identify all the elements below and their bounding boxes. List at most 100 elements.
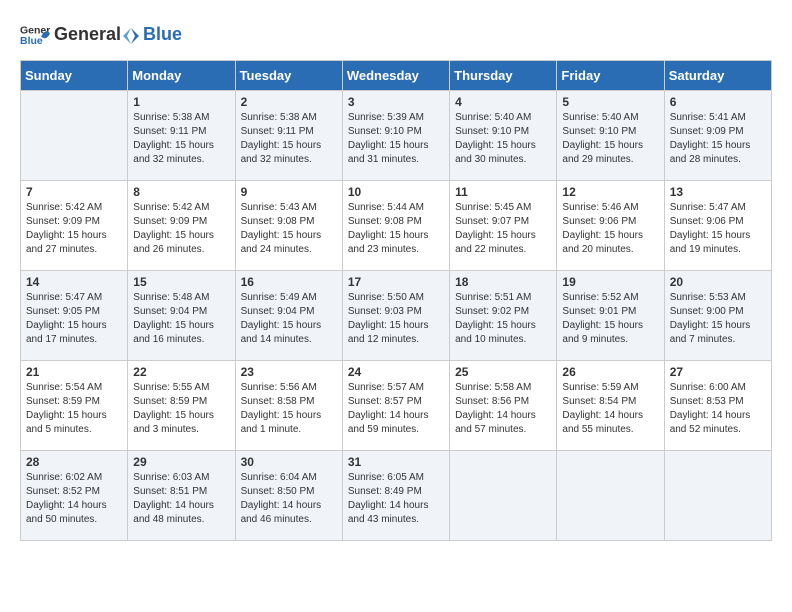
- day-content: Sunrise: 5:47 AM Sunset: 9:05 PM Dayligh…: [26, 291, 122, 347]
- week-row-4: 21 Sunrise: 5:54 AM Sunset: 8:59 PM Dayli…: [21, 361, 772, 451]
- day-content: Sunrise: 5:59 AM Sunset: 8:54 PM Dayligh…: [562, 381, 658, 437]
- header-cell-friday: Friday: [557, 61, 664, 91]
- day-number: 2: [241, 95, 337, 109]
- day-cell: 28 Sunrise: 6:02 AM Sunset: 8:52 PM Dayli…: [21, 451, 128, 541]
- day-cell: 12 Sunrise: 5:46 AM Sunset: 9:06 PM Dayli…: [557, 181, 664, 271]
- day-cell: 21 Sunrise: 5:54 AM Sunset: 8:59 PM Dayli…: [21, 361, 128, 451]
- day-cell: 22 Sunrise: 5:55 AM Sunset: 8:59 PM Dayli…: [128, 361, 235, 451]
- header-cell-thursday: Thursday: [450, 61, 557, 91]
- day-number: 8: [133, 185, 229, 199]
- day-cell: 11 Sunrise: 5:45 AM Sunset: 9:07 PM Dayli…: [450, 181, 557, 271]
- day-number: 18: [455, 275, 551, 289]
- day-content: Sunrise: 5:47 AM Sunset: 9:06 PM Dayligh…: [670, 201, 766, 257]
- day-number: 27: [670, 365, 766, 379]
- day-number: 30: [241, 455, 337, 469]
- day-number: 5: [562, 95, 658, 109]
- day-cell: 9 Sunrise: 5:43 AM Sunset: 9:08 PM Daylig…: [235, 181, 342, 271]
- day-content: Sunrise: 6:04 AM Sunset: 8:50 PM Dayligh…: [241, 471, 337, 527]
- day-cell: 19 Sunrise: 5:52 AM Sunset: 9:01 PM Dayli…: [557, 271, 664, 361]
- day-cell: 3 Sunrise: 5:39 AM Sunset: 9:10 PM Daylig…: [342, 91, 449, 181]
- calendar-table: SundayMondayTuesdayWednesdayThursdayFrid…: [20, 60, 772, 541]
- day-content: Sunrise: 5:52 AM Sunset: 9:01 PM Dayligh…: [562, 291, 658, 347]
- day-cell: [664, 451, 771, 541]
- day-content: Sunrise: 5:48 AM Sunset: 9:04 PM Dayligh…: [133, 291, 229, 347]
- day-cell: 7 Sunrise: 5:42 AM Sunset: 9:09 PM Daylig…: [21, 181, 128, 271]
- day-number: 7: [26, 185, 122, 199]
- day-cell: 5 Sunrise: 5:40 AM Sunset: 9:10 PM Daylig…: [557, 91, 664, 181]
- day-cell: 23 Sunrise: 5:56 AM Sunset: 8:58 PM Dayli…: [235, 361, 342, 451]
- day-content: Sunrise: 5:38 AM Sunset: 9:11 PM Dayligh…: [133, 111, 229, 167]
- day-number: 26: [562, 365, 658, 379]
- header: General Blue GeneralBlue: [20, 20, 772, 50]
- day-number: 28: [26, 455, 122, 469]
- day-content: Sunrise: 5:42 AM Sunset: 9:09 PM Dayligh…: [133, 201, 229, 257]
- day-cell: 4Sunrise: 5:40 AM Sunset: 9:10 PM Daylig…: [450, 91, 557, 181]
- day-number: 17: [348, 275, 444, 289]
- day-cell: 25Sunrise: 5:58 AM Sunset: 8:56 PM Dayli…: [450, 361, 557, 451]
- day-number: 19: [562, 275, 658, 289]
- day-content: Sunrise: 5:49 AM Sunset: 9:04 PM Dayligh…: [241, 291, 337, 347]
- day-cell: 16Sunrise: 5:49 AM Sunset: 9:04 PM Dayli…: [235, 271, 342, 361]
- day-cell: 8 Sunrise: 5:42 AM Sunset: 9:09 PM Daylig…: [128, 181, 235, 271]
- day-number: 12: [562, 185, 658, 199]
- day-number: 22: [133, 365, 229, 379]
- header-cell-sunday: Sunday: [21, 61, 128, 91]
- day-number: 4: [455, 95, 551, 109]
- day-content: Sunrise: 5:40 AM Sunset: 9:10 PM Dayligh…: [562, 111, 658, 167]
- day-number: 25: [455, 365, 551, 379]
- day-number: 20: [670, 275, 766, 289]
- day-content: Sunrise: 5:46 AM Sunset: 9:06 PM Dayligh…: [562, 201, 658, 257]
- header-row: SundayMondayTuesdayWednesdayThursdayFrid…: [21, 61, 772, 91]
- day-content: Sunrise: 5:54 AM Sunset: 8:59 PM Dayligh…: [26, 381, 122, 437]
- logo-text: GeneralBlue: [54, 24, 182, 44]
- header-cell-monday: Monday: [128, 61, 235, 91]
- day-cell: 17 Sunrise: 5:50 AM Sunset: 9:03 PM Dayli…: [342, 271, 449, 361]
- day-number: 6: [670, 95, 766, 109]
- day-cell: 26 Sunrise: 5:59 AM Sunset: 8:54 PM Dayli…: [557, 361, 664, 451]
- header-cell-saturday: Saturday: [664, 61, 771, 91]
- day-content: Sunrise: 5:57 AM Sunset: 8:57 PM Dayligh…: [348, 381, 444, 437]
- day-cell: 6 Sunrise: 5:41 AM Sunset: 9:09 PM Daylig…: [664, 91, 771, 181]
- day-number: 31: [348, 455, 444, 469]
- day-number: 24: [348, 365, 444, 379]
- day-number: 13: [670, 185, 766, 199]
- header-cell-wednesday: Wednesday: [342, 61, 449, 91]
- day-cell: 1Sunrise: 5:38 AM Sunset: 9:11 PM Daylig…: [128, 91, 235, 181]
- day-content: Sunrise: 5:41 AM Sunset: 9:09 PM Dayligh…: [670, 111, 766, 167]
- day-cell: 20Sunrise: 5:53 AM Sunset: 9:00 PM Dayli…: [664, 271, 771, 361]
- day-cell: 18 Sunrise: 5:51 AM Sunset: 9:02 PM Dayli…: [450, 271, 557, 361]
- logo: General Blue GeneralBlue: [20, 20, 182, 50]
- week-row-2: 7 Sunrise: 5:42 AM Sunset: 9:09 PM Daylig…: [21, 181, 772, 271]
- day-number: 21: [26, 365, 122, 379]
- day-cell: 27 Sunrise: 6:00 AM Sunset: 8:53 PM Dayli…: [664, 361, 771, 451]
- day-number: 23: [241, 365, 337, 379]
- day-cell: 31Sunrise: 6:05 AM Sunset: 8:49 PM Dayli…: [342, 451, 449, 541]
- day-cell: 14 Sunrise: 5:47 AM Sunset: 9:05 PM Dayli…: [21, 271, 128, 361]
- day-content: Sunrise: 5:45 AM Sunset: 9:07 PM Dayligh…: [455, 201, 551, 257]
- day-number: 3: [348, 95, 444, 109]
- day-number: 9: [241, 185, 337, 199]
- day-number: 11: [455, 185, 551, 199]
- day-cell: [450, 451, 557, 541]
- logo-icon: General Blue: [20, 20, 50, 50]
- day-content: Sunrise: 6:02 AM Sunset: 8:52 PM Dayligh…: [26, 471, 122, 527]
- day-content: Sunrise: 5:55 AM Sunset: 8:59 PM Dayligh…: [133, 381, 229, 437]
- day-number: 14: [26, 275, 122, 289]
- day-content: Sunrise: 5:39 AM Sunset: 9:10 PM Dayligh…: [348, 111, 444, 167]
- day-cell: 10Sunrise: 5:44 AM Sunset: 9:08 PM Dayli…: [342, 181, 449, 271]
- day-content: Sunrise: 6:03 AM Sunset: 8:51 PM Dayligh…: [133, 471, 229, 527]
- day-content: Sunrise: 5:56 AM Sunset: 8:58 PM Dayligh…: [241, 381, 337, 437]
- day-content: Sunrise: 5:44 AM Sunset: 9:08 PM Dayligh…: [348, 201, 444, 257]
- day-content: Sunrise: 5:43 AM Sunset: 9:08 PM Dayligh…: [241, 201, 337, 257]
- week-row-1: 1Sunrise: 5:38 AM Sunset: 9:11 PM Daylig…: [21, 91, 772, 181]
- day-content: Sunrise: 5:50 AM Sunset: 9:03 PM Dayligh…: [348, 291, 444, 347]
- day-content: Sunrise: 5:51 AM Sunset: 9:02 PM Dayligh…: [455, 291, 551, 347]
- day-number: 15: [133, 275, 229, 289]
- day-content: Sunrise: 5:38 AM Sunset: 9:11 PM Dayligh…: [241, 111, 337, 167]
- day-cell: 15 Sunrise: 5:48 AM Sunset: 9:04 PM Dayli…: [128, 271, 235, 361]
- day-content: Sunrise: 5:42 AM Sunset: 9:09 PM Dayligh…: [26, 201, 122, 257]
- week-row-5: 28 Sunrise: 6:02 AM Sunset: 8:52 PM Dayli…: [21, 451, 772, 541]
- day-content: Sunrise: 6:00 AM Sunset: 8:53 PM Dayligh…: [670, 381, 766, 437]
- day-cell: 29Sunrise: 6:03 AM Sunset: 8:51 PM Dayli…: [128, 451, 235, 541]
- day-cell: 24 Sunrise: 5:57 AM Sunset: 8:57 PM Dayli…: [342, 361, 449, 451]
